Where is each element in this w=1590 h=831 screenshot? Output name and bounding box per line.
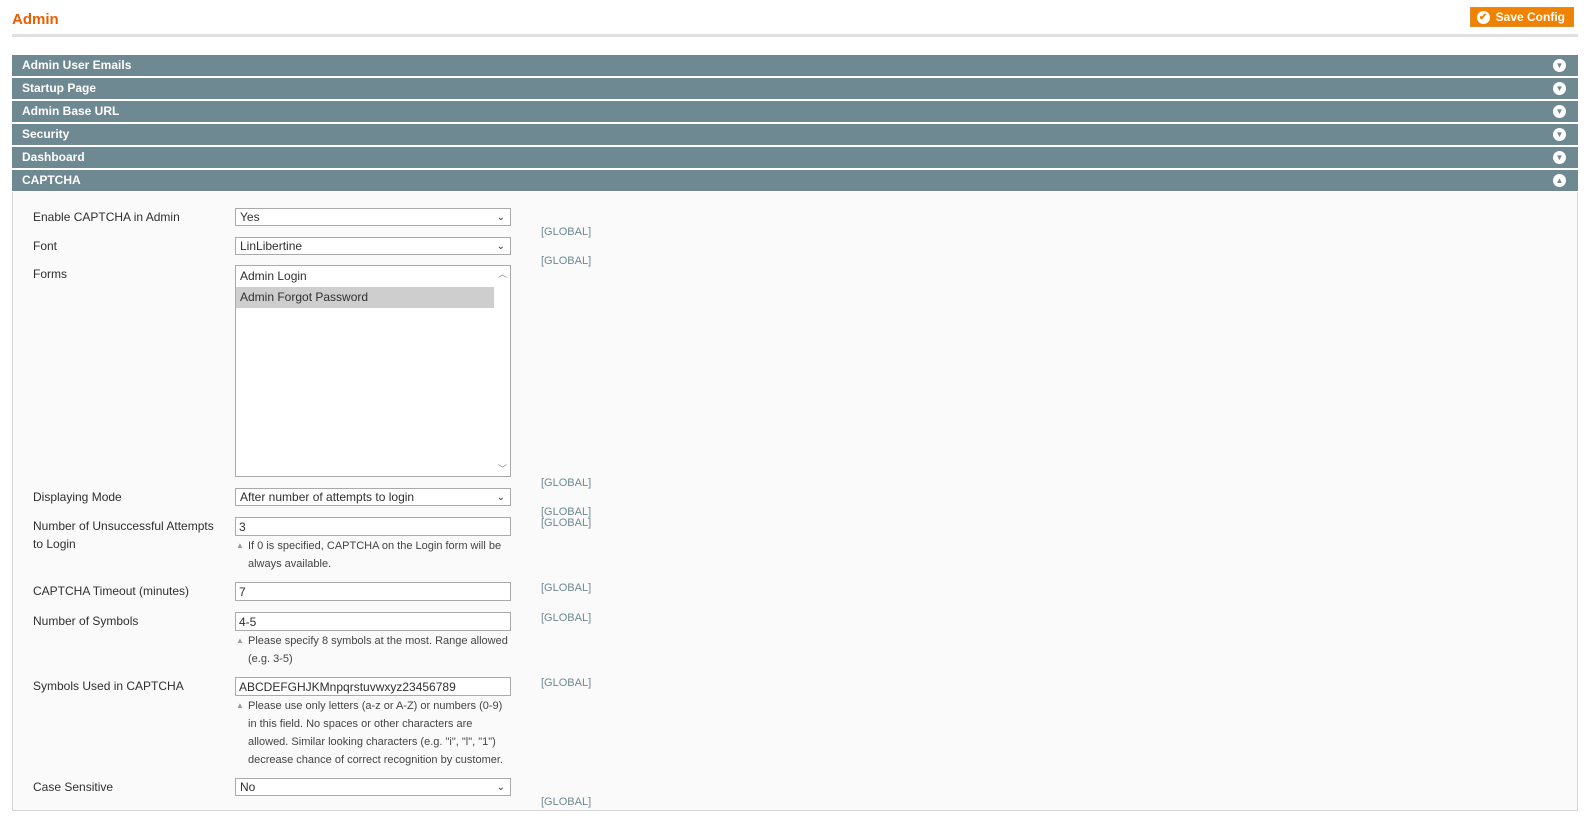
chevron-down-icon: ⌄: [496, 782, 505, 793]
row-forms: Forms Admin Login Admin Forgot Password …: [13, 265, 1577, 489]
expand-icon[interactable]: ▼: [1553, 59, 1566, 72]
row-displaying-mode: Displaying Mode After number of attempts…: [13, 488, 1577, 518]
scope-label: [GLOBAL]: [541, 796, 592, 808]
timeout-input[interactable]: 7: [235, 582, 511, 601]
field-label: Enable CAPTCHA in Admin: [33, 210, 180, 224]
option-admin-forgot-password[interactable]: Admin Forgot Password: [236, 287, 494, 308]
section-startup-page[interactable]: Startup Page ▼: [12, 78, 1578, 100]
selected-value: Yes: [240, 210, 260, 224]
collapse-icon[interactable]: ▲: [1553, 174, 1566, 187]
case-sensitive-select[interactable]: No ⌄: [235, 778, 511, 796]
field-note: ▲ Please use only letters (a-z or A-Z) o…: [235, 697, 511, 769]
row-case-sensitive: Case Sensitive No ⌄ [GLOBAL]: [13, 778, 1577, 808]
field-label: Displaying Mode: [33, 490, 122, 504]
section-admin-base-url[interactable]: Admin Base URL ▼: [12, 101, 1578, 123]
field-label: CAPTCHA Timeout (minutes): [33, 584, 190, 598]
scope-label: [GLOBAL]: [541, 582, 592, 594]
save-config-button[interactable]: ✔ Save Config: [1469, 7, 1574, 27]
field-label: Symbols Used in CAPTCHA: [33, 679, 184, 693]
symbols-used-control: ABCDEFGHJKMnpqrstuvwxyz23456789 ▲ Please…: [235, 677, 511, 769]
save-config-label: Save Config: [1495, 10, 1565, 24]
section-label: Dashboard: [22, 150, 85, 164]
check-circle-icon: ✔: [1476, 10, 1490, 24]
section-dashboard[interactable]: Dashboard ▼: [12, 147, 1578, 169]
symbols-count-control: 4-5 ▲ Please specify 8 symbols at the mo…: [235, 612, 511, 668]
config-sections: Admin User Emails ▼ Startup Page ▼ Admin…: [12, 55, 1578, 811]
chevron-down-icon: ⌄: [496, 241, 505, 252]
row-enable-captcha: Enable CAPTCHA in Admin Yes ⌄ [GLOBAL]: [13, 208, 1577, 238]
section-captcha[interactable]: CAPTCHA ▲: [12, 170, 1578, 192]
section-label: Security: [22, 127, 70, 141]
selected-value: After number of attempts to login: [240, 490, 415, 504]
scroll-up-icon[interactable]: ︿: [498, 267, 507, 280]
row-font: Font LinLibertine ⌄ [GLOBAL]: [13, 237, 1577, 267]
expand-icon[interactable]: ▼: [1553, 151, 1566, 164]
section-security[interactable]: Security ▼: [12, 124, 1578, 146]
font-select[interactable]: LinLibertine ⌄: [235, 237, 511, 255]
note-arrow-icon: ▲: [236, 701, 244, 710]
symbols-used-input[interactable]: ABCDEFGHJKMnpqrstuvwxyz23456789: [235, 677, 511, 696]
expand-icon[interactable]: ▼: [1553, 105, 1566, 118]
option-admin-login[interactable]: Admin Login: [236, 266, 494, 287]
page-title: Admin: [12, 11, 59, 28]
captcha-fieldset: Enable CAPTCHA in Admin Yes ⌄ [GLOBAL] F…: [12, 192, 1578, 811]
expand-icon[interactable]: ▼: [1553, 128, 1566, 141]
field-label: Forms: [33, 267, 67, 281]
field-label: Number of Unsuccessful Attempts to Login: [33, 519, 214, 551]
scope-label: [GLOBAL]: [541, 612, 592, 624]
scope-label: [GLOBAL]: [541, 517, 592, 529]
section-label: Admin Base URL: [22, 104, 120, 118]
enable-captcha-select[interactable]: Yes ⌄: [235, 208, 511, 226]
selected-value: No: [240, 780, 256, 794]
field-note: ▲ Please specify 8 symbols at the most. …: [235, 632, 511, 668]
attempts-input[interactable]: 3: [235, 517, 511, 536]
title-divider: [12, 34, 1578, 37]
section-label: CAPTCHA: [22, 173, 81, 187]
scrollbar[interactable]: ︿ ﹀: [495, 266, 510, 476]
note-arrow-icon: ▲: [236, 541, 244, 550]
note-arrow-icon: ▲: [236, 636, 244, 645]
field-label: Font: [33, 239, 58, 253]
selected-value: LinLibertine: [240, 239, 303, 253]
expand-icon[interactable]: ▼: [1553, 82, 1566, 95]
forms-multiselect[interactable]: Admin Login Admin Forgot Password ︿ ﹀: [235, 265, 511, 477]
scope-label: [GLOBAL]: [541, 677, 592, 689]
displaying-mode-select[interactable]: After number of attempts to login ⌄: [235, 488, 511, 506]
attempts-control: 3 ▲ If 0 is specified, CAPTCHA on the Lo…: [235, 517, 511, 573]
section-label: Admin User Emails: [22, 58, 132, 72]
field-label: Case Sensitive: [33, 780, 114, 794]
chevron-down-icon: ⌄: [496, 212, 505, 223]
chevron-down-icon: ⌄: [496, 492, 505, 503]
section-label: Startup Page: [22, 81, 97, 95]
section-admin-user-emails[interactable]: Admin User Emails ▼: [12, 55, 1578, 77]
symbols-count-input[interactable]: 4-5: [235, 612, 511, 631]
field-note: ▲ If 0 is specified, CAPTCHA on the Logi…: [235, 537, 511, 573]
scroll-down-icon[interactable]: ﹀: [498, 462, 507, 475]
field-label: Number of Symbols: [33, 614, 139, 628]
